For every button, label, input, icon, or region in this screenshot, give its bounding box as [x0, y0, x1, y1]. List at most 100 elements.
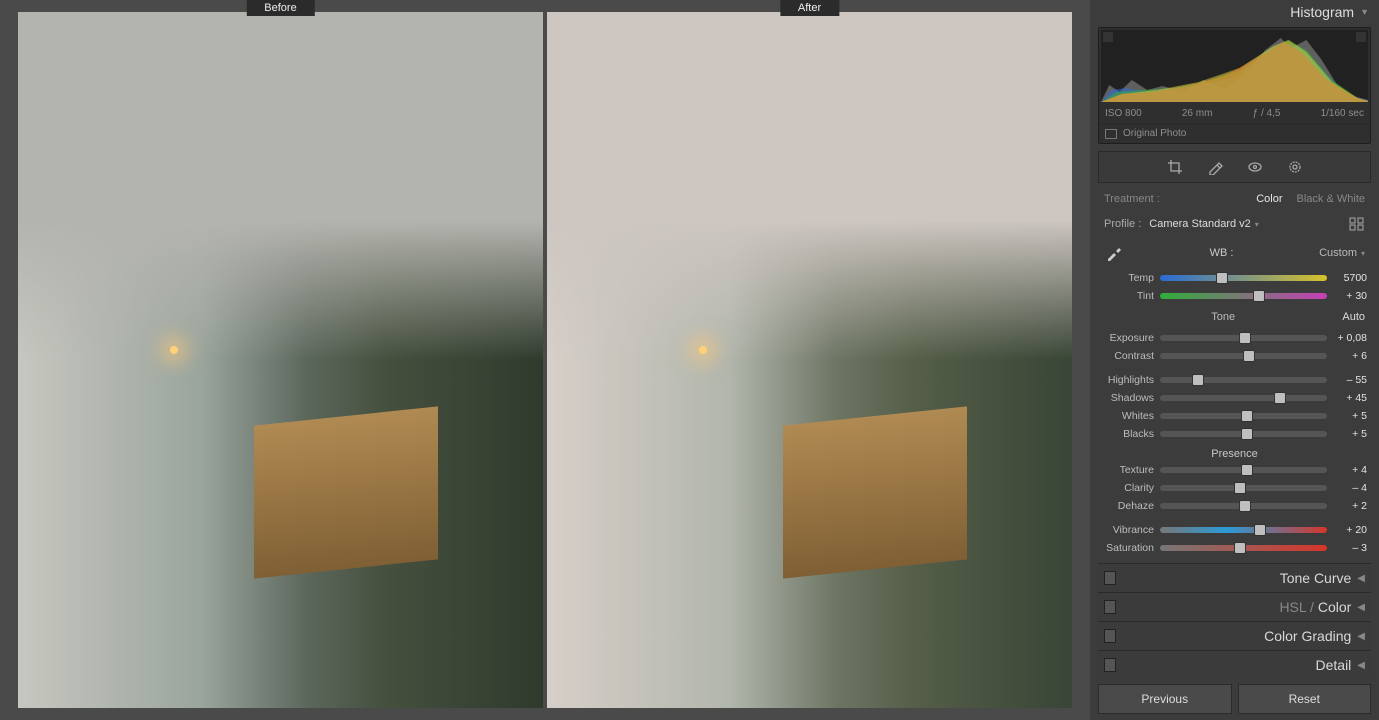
wb-dropdown[interactable]: Custom▾: [1319, 247, 1365, 259]
panel-switch-icon[interactable]: [1104, 658, 1116, 672]
texture-value[interactable]: + 4: [1333, 464, 1367, 476]
temp-row: Temp 5700: [1098, 269, 1371, 287]
treatment-label: Treatment :: [1104, 193, 1160, 205]
exposure-slider[interactable]: [1160, 335, 1327, 341]
exif-shutter: 1/160 sec: [1321, 108, 1364, 119]
tool-strip: [1098, 151, 1371, 183]
exposure-label: Exposure: [1102, 332, 1154, 344]
contrast-label: Contrast: [1102, 350, 1154, 362]
colorgrading-panel-header[interactable]: Color Grading◀: [1098, 622, 1371, 650]
footer-buttons: Previous Reset: [1098, 684, 1371, 714]
blacks-slider[interactable]: [1160, 431, 1327, 437]
contrast-value[interactable]: + 6: [1333, 350, 1367, 362]
whites-value[interactable]: + 5: [1333, 410, 1367, 422]
profile-dropdown[interactable]: Camera Standard v2▾: [1149, 218, 1341, 230]
highlights-label: Highlights: [1102, 374, 1154, 386]
histogram-svg: [1101, 30, 1368, 102]
original-photo-toggle[interactable]: Original Photo: [1099, 123, 1370, 143]
chevron-left-icon: ◀: [1357, 631, 1365, 642]
contrast-slider[interactable]: [1160, 353, 1327, 359]
whites-slider[interactable]: [1160, 413, 1327, 419]
crop-tool-icon[interactable]: [1166, 158, 1184, 176]
detail-panel-header[interactable]: Detail◀: [1098, 651, 1371, 678]
original-photo-label: Original Photo: [1123, 128, 1186, 139]
profile-browser-icon[interactable]: [1349, 217, 1365, 231]
develop-panel: Histogram ▼ ISO 800 26 mm ƒ / 4,5 1/160: [1090, 0, 1379, 720]
saturation-value[interactable]: – 3: [1333, 542, 1367, 554]
histogram-box: ISO 800 26 mm ƒ / 4,5 1/160 sec Original…: [1098, 27, 1371, 144]
panel-switch-icon[interactable]: [1104, 600, 1116, 614]
vibrance-slider[interactable]: [1160, 527, 1327, 533]
compare-preview: Before After: [0, 0, 1090, 720]
vibrance-value[interactable]: + 20: [1333, 524, 1367, 536]
after-image[interactable]: [547, 12, 1072, 708]
dehaze-value[interactable]: + 2: [1333, 500, 1367, 512]
after-pane: After: [547, 0, 1072, 720]
treatment-row: Treatment : Color Black & White: [1098, 187, 1371, 211]
shadows-label: Shadows: [1102, 392, 1154, 404]
saturation-slider[interactable]: [1160, 545, 1327, 551]
tone-header: Tone Auto: [1098, 305, 1371, 329]
tint-value[interactable]: + 30: [1333, 290, 1367, 302]
treatment-color[interactable]: Color: [1256, 193, 1282, 205]
highlights-value[interactable]: – 55: [1333, 374, 1367, 386]
before-image[interactable]: [18, 12, 543, 708]
exif-row: ISO 800 26 mm ƒ / 4,5 1/160 sec: [1099, 104, 1370, 123]
texture-label: Texture: [1102, 464, 1154, 476]
blacks-value[interactable]: + 5: [1333, 428, 1367, 440]
chevron-left-icon: ◀: [1357, 660, 1365, 671]
exif-iso: ISO 800: [1105, 108, 1142, 119]
previous-button[interactable]: Previous: [1098, 684, 1232, 714]
panel-switch-icon[interactable]: [1104, 571, 1116, 585]
dehaze-slider[interactable]: [1160, 503, 1327, 509]
tint-row: Tint + 30: [1098, 287, 1371, 305]
photo-lamp: [170, 346, 178, 354]
clarity-slider[interactable]: [1160, 485, 1327, 491]
highlights-slider[interactable]: [1160, 377, 1327, 383]
exif-focal: 26 mm: [1182, 108, 1213, 119]
after-label: After: [780, 0, 839, 16]
exposure-value[interactable]: + 0,08: [1333, 332, 1367, 344]
masking-tool-icon[interactable]: [1286, 158, 1304, 176]
tint-slider[interactable]: [1160, 293, 1327, 299]
shadows-value[interactable]: + 45: [1333, 392, 1367, 404]
histogram[interactable]: [1101, 30, 1368, 102]
histogram-title: Histogram: [1290, 4, 1354, 20]
photo-counter: [254, 406, 438, 578]
wb-head: WB : Custom▾: [1098, 237, 1371, 269]
shadows-slider[interactable]: [1160, 395, 1327, 401]
heal-brush-icon[interactable]: [1206, 158, 1224, 176]
wb-eyedropper-icon[interactable]: [1104, 243, 1124, 263]
vibrance-label: Vibrance: [1102, 524, 1154, 536]
treatment-bw[interactable]: Black & White: [1297, 193, 1365, 205]
profile-row: Profile : Camera Standard v2▾: [1098, 211, 1371, 237]
temp-label: Temp: [1102, 272, 1154, 284]
hsl-panel-header[interactable]: HSL / Color◀: [1098, 593, 1371, 621]
texture-slider[interactable]: [1160, 467, 1327, 473]
exif-aperture: ƒ / 4,5: [1253, 108, 1281, 119]
temp-value[interactable]: 5700: [1333, 272, 1367, 284]
histogram-header[interactable]: Histogram ▼: [1090, 0, 1379, 24]
reset-button[interactable]: Reset: [1238, 684, 1372, 714]
blacks-label: Blacks: [1102, 428, 1154, 440]
panel-switch-icon[interactable]: [1104, 629, 1116, 643]
basic-panel: Treatment : Color Black & White Profile …: [1098, 187, 1371, 563]
auto-button[interactable]: Auto: [1342, 311, 1365, 323]
presence-label: Presence: [1098, 443, 1371, 461]
checkbox-icon: [1105, 129, 1117, 139]
redeye-tool-icon[interactable]: [1246, 158, 1264, 176]
profile-label: Profile :: [1104, 218, 1141, 230]
tonecurve-panel-header[interactable]: Tone Curve◀: [1098, 564, 1371, 592]
chevron-left-icon: ◀: [1357, 602, 1365, 613]
photo-lamp: [699, 346, 707, 354]
collapse-icon: ▼: [1360, 7, 1369, 17]
clarity-label: Clarity: [1102, 482, 1154, 494]
dehaze-label: Dehaze: [1102, 500, 1154, 512]
clarity-value[interactable]: – 4: [1333, 482, 1367, 494]
tone-label: Tone: [1211, 311, 1235, 323]
temp-slider[interactable]: [1160, 275, 1327, 281]
saturation-label: Saturation: [1102, 542, 1154, 554]
whites-label: Whites: [1102, 410, 1154, 422]
tint-label: Tint: [1102, 290, 1154, 302]
before-label: Before: [246, 0, 314, 16]
